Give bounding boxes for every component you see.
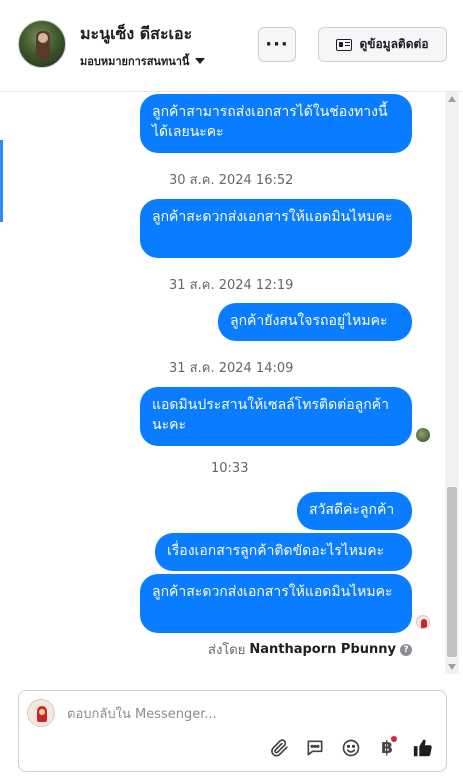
scroll-up-arrow-icon[interactable] [448, 96, 456, 102]
payment-button[interactable]: ฿ [376, 736, 398, 759]
reply-input[interactable] [67, 703, 427, 725]
scroll-thumb[interactable] [447, 487, 457, 657]
page-avatar [27, 699, 55, 727]
contact-name[interactable]: มะนูเซ็ง ดีสะเอะ [80, 22, 192, 47]
attach-button[interactable] [268, 737, 290, 759]
message-bubble: แอดมินประสานให้เซลล์โทรติดต่อลูกค้านะคะ [140, 387, 412, 446]
message-timestamp: 31 ส.ค. 2024 14:09 [169, 361, 294, 376]
sender-avatar [416, 615, 430, 629]
thumbs-up-icon [413, 739, 432, 757]
conversation-header: มะนูเซ็ง ดีสะเอะ มอบหมายการสนทนานี้ ··· … [0, 0, 463, 92]
assign-conversation-dropdown[interactable]: มอบหมายการสนทนานี้ [80, 52, 206, 70]
saved-replies-button[interactable] [304, 737, 326, 759]
caret-down-icon [195, 58, 206, 64]
message-thread: ลูกค้าสามารถส่งเอกสารได้ในช่องทางนี้ได้เ… [0, 92, 445, 674]
contact-avatar[interactable] [18, 20, 66, 68]
view-contact-button[interactable]: ดูข้อมูลติดต่อ [318, 27, 447, 62]
more-options-button[interactable]: ··· [258, 27, 296, 62]
sent-by-line: ส่งโดย Nanthaporn Pbunny ? [208, 639, 412, 660]
thread-scrollbar[interactable] [445, 92, 459, 674]
notification-dot [391, 736, 397, 742]
message-bubble: สวัสดีค่ะลูกค้า [297, 492, 412, 530]
seen-avatar [416, 428, 430, 442]
message-bubble: ลูกค้าสะดวกส่งเอกสารให้แอดมินไหมคะ [140, 199, 412, 258]
emoji-button[interactable] [340, 737, 362, 759]
help-icon[interactable]: ? [400, 643, 412, 656]
scroll-down-arrow-icon[interactable] [448, 664, 456, 670]
view-contact-label: ดูข้อมูลติดต่อ [359, 37, 429, 51]
message-bubble: ลูกค้าสะดวกส่งเอกสารให้แอดมินไหมคะ [140, 574, 412, 633]
message-bubble: เรื่องเอกสารลูกค้าติดขัดอะไรไหมคะ [155, 533, 412, 571]
message-timestamp: 10:33 [211, 461, 249, 476]
smiley-icon [342, 739, 360, 757]
id-card-icon [336, 38, 353, 51]
speech-bubble-icon [307, 740, 323, 756]
composer-tools: ฿ [268, 736, 434, 759]
reply-composer: ฿ [18, 690, 447, 772]
sent-by-name[interactable]: Nanthaporn Pbunny [249, 642, 396, 657]
like-button[interactable] [412, 737, 434, 759]
paperclip-icon [271, 739, 288, 757]
message-bubble: ลูกค้ายังสนใจรถอยู่ไหมคะ [218, 303, 412, 341]
sent-by-prefix: ส่งโดย [208, 643, 246, 658]
more-icon: ··· [265, 34, 289, 55]
message-timestamp: 30 ส.ค. 2024 16:52 [169, 173, 294, 188]
message-timestamp: 31 ส.ค. 2024 12:19 [169, 278, 294, 293]
assign-label: มอบหมายการสนทนานี้ [80, 55, 190, 68]
message-bubble: ลูกค้าสามารถส่งเอกสารได้ในช่องทางนี้ได้เ… [140, 94, 412, 153]
